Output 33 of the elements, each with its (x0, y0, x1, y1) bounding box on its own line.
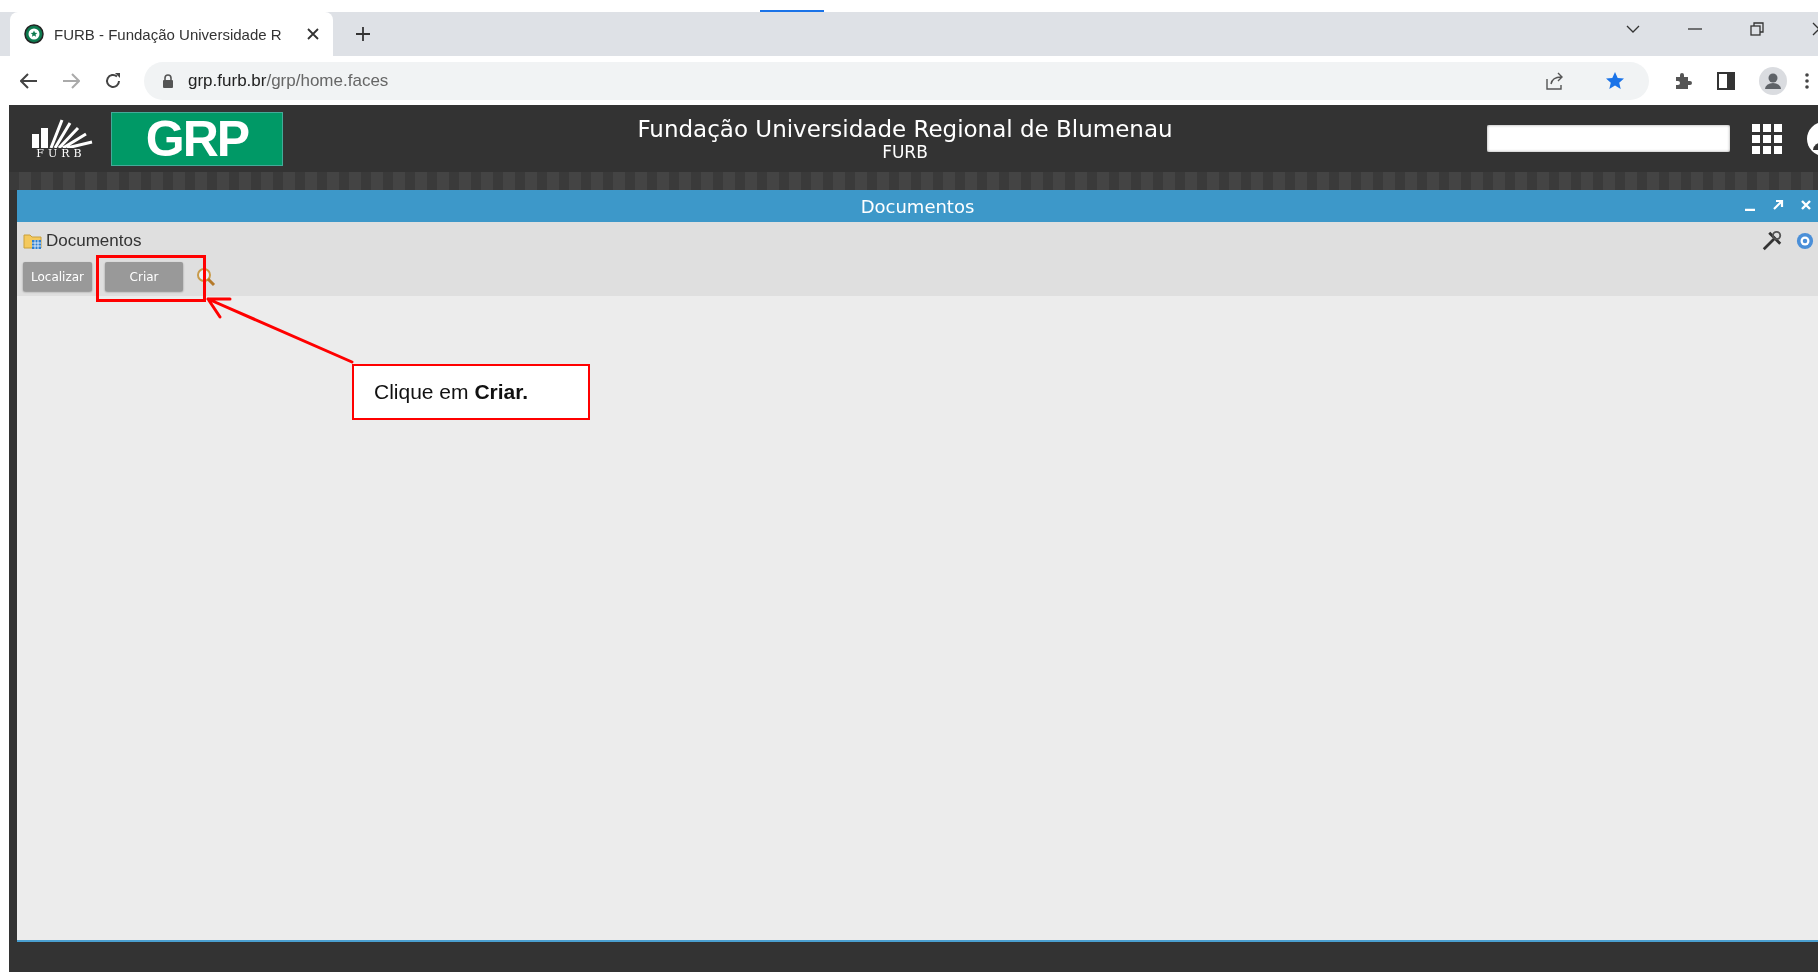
new-tab-icon[interactable] (355, 26, 371, 42)
reload-icon[interactable] (104, 71, 122, 90)
share-icon[interactable] (1545, 71, 1565, 90)
furb-logo[interactable]: FURB (21, 117, 101, 160)
side-panel-icon[interactable] (1717, 71, 1735, 90)
breadcrumb: Documentos (46, 231, 142, 251)
magnifier-icon[interactable] (196, 266, 217, 287)
app-subtitle: FURB (882, 141, 928, 162)
star-icon[interactable] (1605, 70, 1625, 91)
restore-icon[interactable] (1750, 22, 1764, 36)
close-icon[interactable] (307, 28, 319, 40)
panel-title: Documentos (860, 195, 975, 217)
callout-text: Clique em Criar. (374, 380, 529, 404)
grp-logo[interactable]: GRP (111, 111, 283, 166)
browser-tab[interactable]: FURB - Fundação Universidade R (10, 12, 333, 56)
help-icon[interactable] (1796, 232, 1814, 250)
folder-icon (23, 232, 43, 250)
app-title: Fundação Universidade Regional de Blumenau (637, 115, 1173, 142)
back-icon[interactable] (20, 72, 38, 89)
url-text: grp.furb.br/grp/home.faces (188, 70, 389, 91)
tab-title: FURB - Fundação Universidade R (54, 25, 283, 43)
favicon-icon (24, 24, 44, 44)
profile-icon[interactable] (1759, 66, 1787, 95)
address-bar[interactable]: grp.furb.br/grp/home.faces (144, 61, 1649, 100)
search-field[interactable] (1487, 125, 1730, 152)
apps-grid-icon[interactable] (1752, 123, 1782, 154)
lock-icon (162, 73, 174, 88)
chevron-down-icon[interactable] (1626, 24, 1640, 34)
maximize-icon[interactable] (1772, 199, 1784, 211)
tools-icon[interactable] (1761, 230, 1783, 252)
menu-icon[interactable] (1805, 72, 1809, 89)
loading-indicator (760, 10, 824, 12)
puzzle-icon[interactable] (1673, 70, 1693, 91)
